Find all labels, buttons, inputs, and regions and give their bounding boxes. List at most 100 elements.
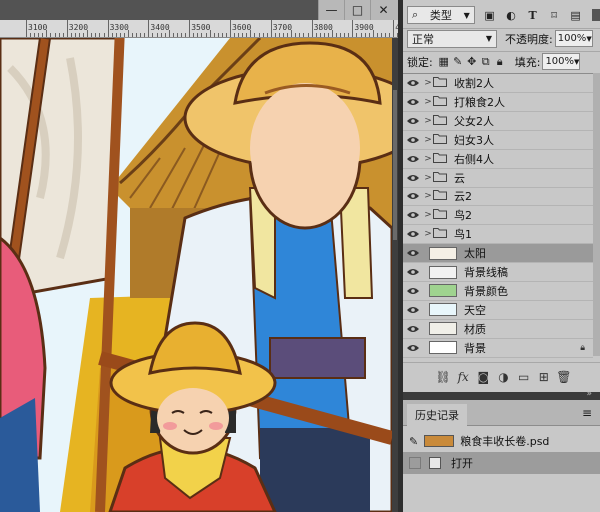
visibility-eye-icon[interactable] bbox=[403, 211, 423, 219]
chevron-right-icon[interactable]: > bbox=[423, 135, 433, 145]
ruler-tick bbox=[160, 33, 162, 37]
ruler-tick bbox=[152, 33, 154, 37]
folder-icon bbox=[433, 189, 447, 203]
layer-list-scrollbar[interactable] bbox=[593, 73, 600, 356]
layer-row[interactable]: 背景颜色 bbox=[403, 282, 593, 301]
tab-history[interactable]: 历史记录 bbox=[407, 404, 467, 426]
chevron-right-icon[interactable]: > bbox=[423, 78, 433, 88]
layer-row[interactable]: > 打粮食2人 bbox=[403, 93, 593, 112]
fill-field[interactable]: 100% ▼ bbox=[542, 53, 581, 70]
layer-row[interactable]: > 鸟1 bbox=[403, 225, 593, 245]
new-layer-icon[interactable]: ⊞ bbox=[535, 370, 553, 384]
layer-name: 鸟1 bbox=[454, 228, 472, 242]
close-button[interactable]: ✕ bbox=[370, 0, 396, 20]
panel-gap: » bbox=[403, 389, 600, 400]
link-icon[interactable]: ⛓ bbox=[434, 370, 452, 384]
collapse-icon[interactable]: » bbox=[586, 389, 592, 399]
filter-kind-dropdown[interactable]: ⌕ 类型 ▼ bbox=[407, 6, 475, 24]
layer-row[interactable]: > 鸟2 bbox=[403, 206, 593, 226]
ruler-tick-label: 3300 bbox=[109, 23, 129, 32]
adjustment-icon[interactable]: ◑ bbox=[494, 370, 512, 384]
ruler-tick bbox=[148, 20, 150, 37]
visibility-eye-icon[interactable] bbox=[403, 155, 423, 163]
lock-artboard-icon[interactable]: ⧉ bbox=[479, 55, 493, 69]
lock-paint-icon[interactable]: ✎ bbox=[451, 55, 465, 69]
chevron-down-icon: ▼ bbox=[463, 10, 470, 20]
lock-transparent-icon[interactable]: ▦ bbox=[437, 55, 451, 69]
visibility-eye-icon[interactable] bbox=[403, 174, 423, 182]
mask-icon[interactable]: ◙ bbox=[474, 370, 492, 384]
visibility-eye-icon[interactable] bbox=[403, 306, 423, 314]
visibility-eye-icon[interactable] bbox=[403, 79, 423, 87]
ruler-tick-label: 3700 bbox=[272, 23, 293, 32]
layer-row[interactable]: 背景 🔒︎ bbox=[403, 339, 593, 358]
artwork-canvas[interactable] bbox=[0, 38, 392, 512]
canvas-scroll-thumb[interactable] bbox=[393, 90, 397, 240]
history-brush-icon[interactable]: ✎ bbox=[409, 435, 418, 448]
visibility-eye-icon[interactable] bbox=[403, 287, 423, 295]
fill-label: 填充: bbox=[514, 55, 541, 69]
shape-filter-icon[interactable]: ⌑ bbox=[547, 8, 561, 22]
layer-thumbnail bbox=[429, 284, 457, 298]
blend-mode-dropdown[interactable]: 正常 ▼ bbox=[407, 29, 497, 48]
visibility-eye-icon[interactable] bbox=[403, 230, 423, 238]
chevron-right-icon[interactable]: > bbox=[423, 154, 433, 164]
layer-row[interactable]: 背景线稿 bbox=[403, 263, 593, 282]
fx-icon[interactable]: fx bbox=[454, 370, 472, 384]
ruler-tick bbox=[185, 33, 187, 37]
text-filter-icon[interactable]: T bbox=[526, 8, 540, 22]
visibility-eye-icon[interactable] bbox=[403, 344, 423, 352]
layer-row[interactable]: > 妇女3人 bbox=[403, 131, 593, 150]
chevron-right-icon[interactable]: > bbox=[423, 229, 433, 239]
ruler-tick bbox=[303, 33, 305, 37]
visibility-eye-icon[interactable] bbox=[403, 192, 423, 200]
visibility-eye-icon[interactable] bbox=[403, 249, 423, 257]
ruler-tick bbox=[201, 33, 203, 37]
chevron-right-icon[interactable]: > bbox=[423, 210, 433, 220]
ruler-tick bbox=[103, 33, 105, 37]
layer-row[interactable]: 天空 bbox=[403, 301, 593, 320]
layer-row[interactable]: 太阳 bbox=[403, 244, 593, 264]
chevron-right-icon[interactable]: > bbox=[423, 97, 433, 107]
layer-row[interactable]: > 云 bbox=[403, 169, 593, 188]
group-folder-icon[interactable]: ▭ bbox=[515, 370, 533, 384]
history-source-box[interactable] bbox=[409, 457, 421, 469]
ruler-tick bbox=[213, 33, 215, 37]
lock-all-icon[interactable]: 🔒︎ bbox=[493, 55, 507, 69]
chevron-right-icon[interactable]: > bbox=[423, 116, 433, 126]
ruler-tick bbox=[197, 33, 199, 37]
minimize-button[interactable]: — bbox=[318, 0, 344, 20]
layer-row[interactable]: 材质 bbox=[403, 320, 593, 339]
ruler-tick bbox=[344, 33, 346, 37]
ruler-tick bbox=[274, 33, 276, 37]
history-step-row[interactable]: 打开 bbox=[403, 452, 600, 474]
chevron-right-icon[interactable]: > bbox=[423, 191, 433, 201]
layer-row[interactable]: > 右侧4人 bbox=[403, 150, 593, 169]
ruler-tick bbox=[62, 33, 64, 37]
panel-menu-icon[interactable]: ≡ bbox=[582, 406, 592, 420]
maximize-button[interactable]: □ bbox=[344, 0, 370, 20]
adjustment-filter-icon[interactable]: ◐ bbox=[504, 8, 518, 22]
visibility-eye-icon[interactable] bbox=[403, 325, 423, 333]
smart-object-filter-icon[interactable]: ▤ bbox=[569, 8, 583, 22]
visibility-eye-icon[interactable] bbox=[403, 117, 423, 125]
ruler-tick bbox=[217, 33, 219, 37]
visibility-eye-icon[interactable] bbox=[403, 98, 423, 106]
folder-icon bbox=[433, 227, 447, 241]
image-filter-icon[interactable]: ▣ bbox=[483, 8, 497, 22]
layer-row[interactable]: > 父女2人 bbox=[403, 112, 593, 131]
lock-position-icon[interactable]: ✥ bbox=[465, 55, 479, 69]
layer-row[interactable]: > 收割2人 bbox=[403, 74, 593, 93]
folder-icon bbox=[433, 208, 447, 222]
ruler-tick-label: 3600 bbox=[232, 23, 252, 32]
canvas-area[interactable]: 3100320033003400350036003700380039004000 bbox=[0, 0, 398, 512]
history-snapshot-row[interactable]: ✎ 粮食丰收长卷.psd bbox=[403, 430, 600, 452]
trash-icon[interactable]: 🗑︎ bbox=[555, 370, 573, 384]
layer-row[interactable]: > 云2 bbox=[403, 187, 593, 207]
visibility-eye-icon[interactable] bbox=[403, 268, 423, 276]
chevron-right-icon[interactable]: > bbox=[423, 173, 433, 183]
layer-thumbnail bbox=[429, 303, 457, 317]
filter-toggle[interactable] bbox=[592, 9, 600, 21]
opacity-field[interactable]: 100% ▼ bbox=[554, 30, 593, 47]
visibility-eye-icon[interactable] bbox=[403, 136, 423, 144]
